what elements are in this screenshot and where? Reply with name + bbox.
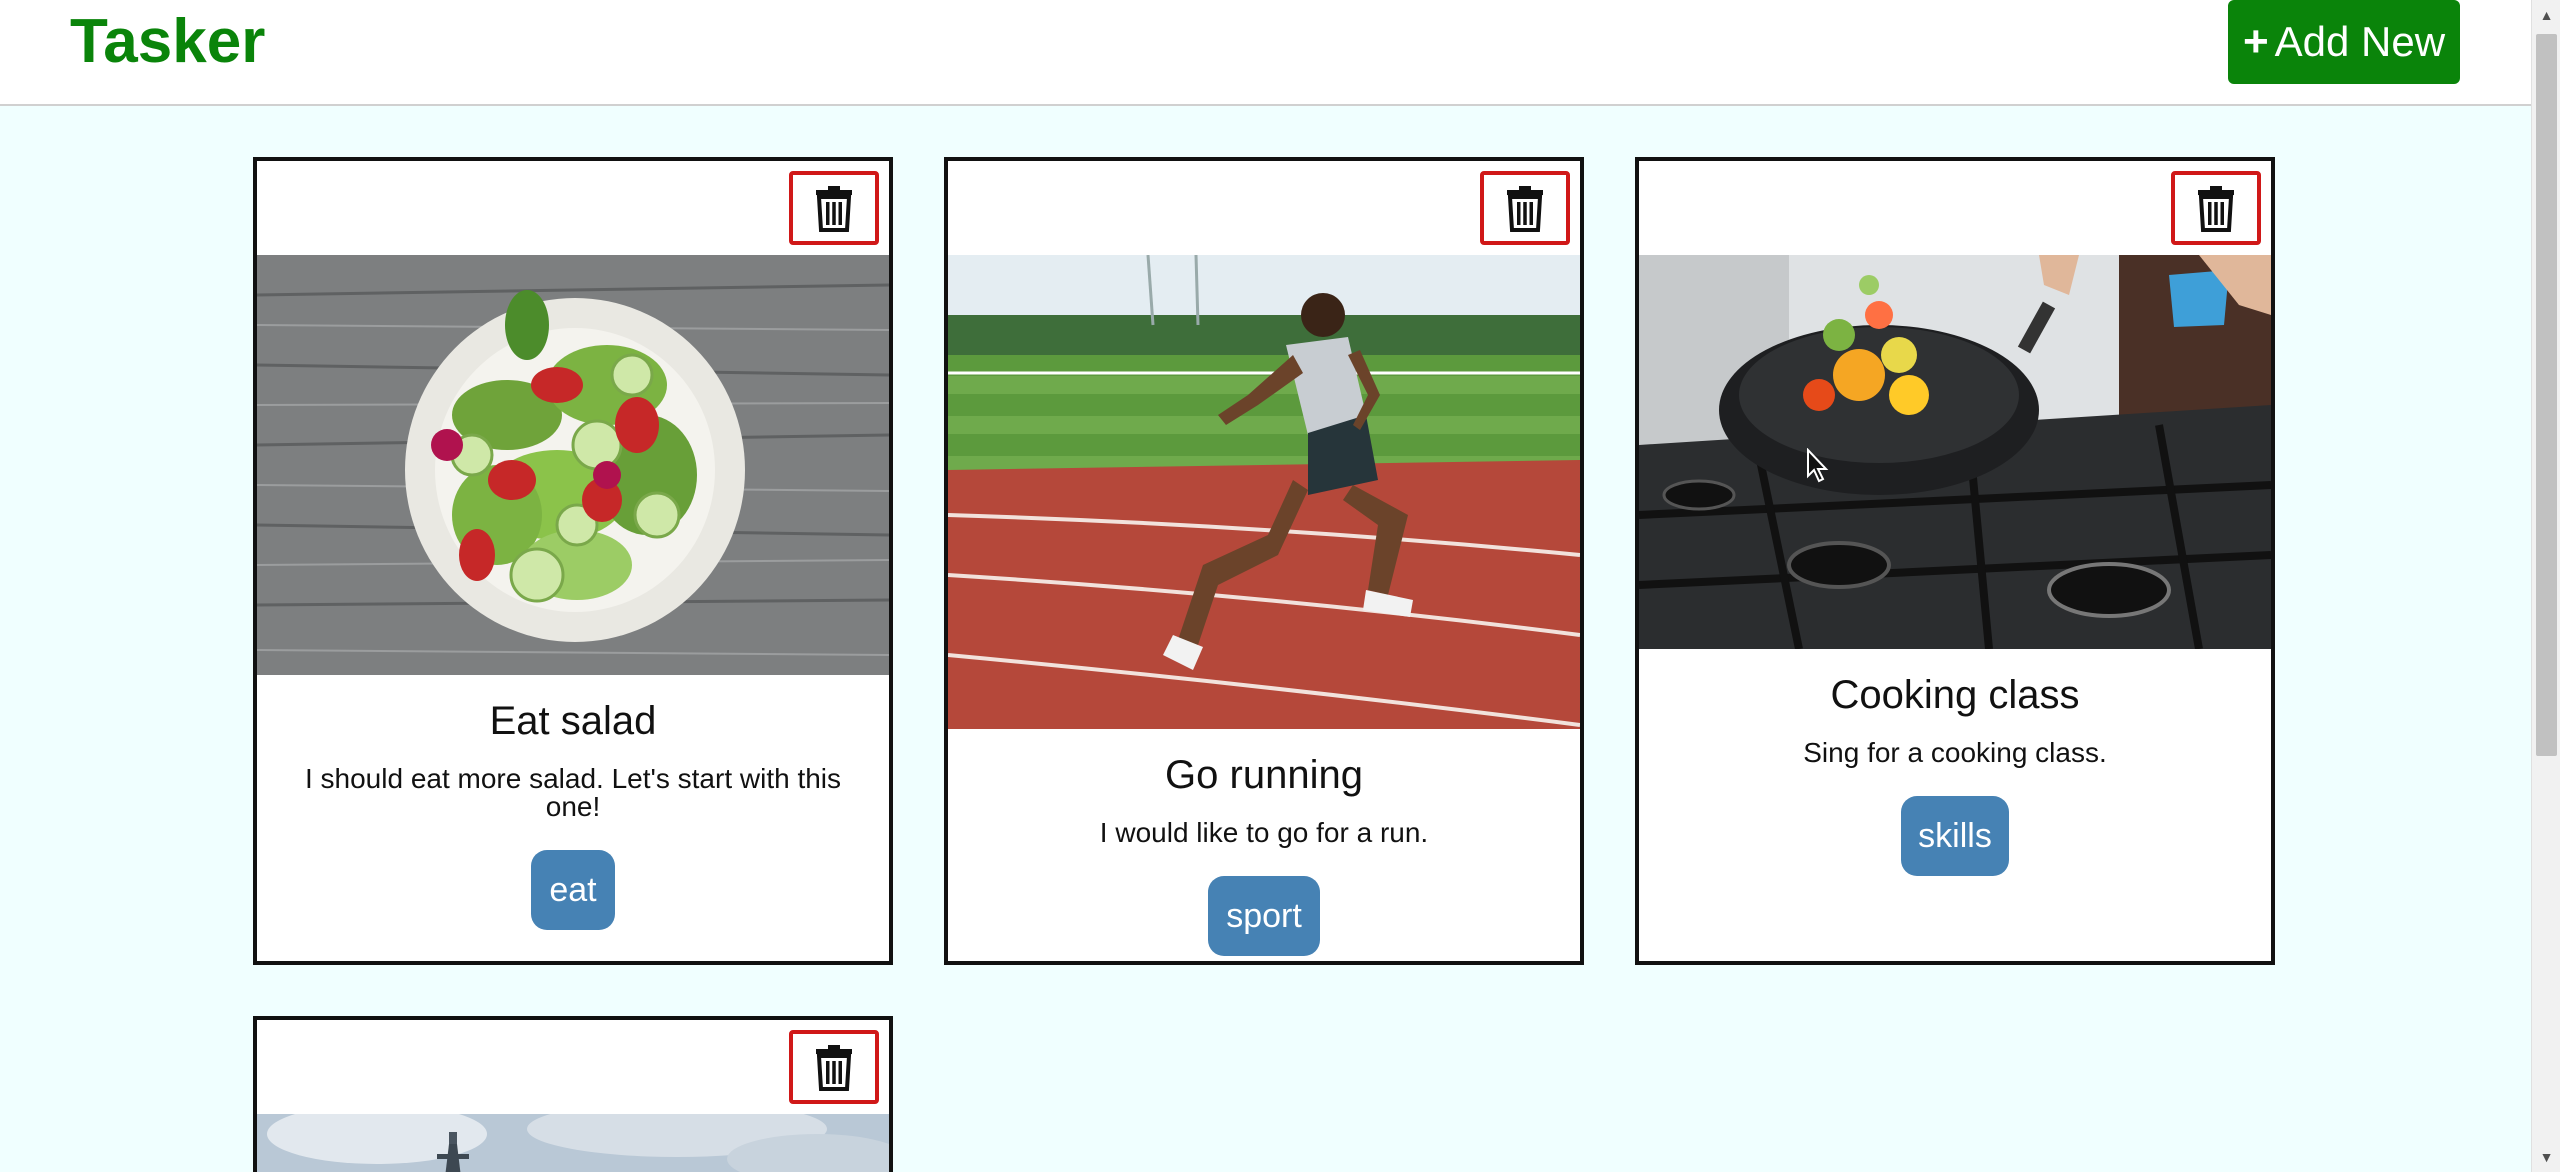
- trash-icon: [1505, 184, 1545, 232]
- task-description: I should eat more salad. Let's start wit…: [304, 763, 842, 822]
- app-logo[interactable]: Tasker: [70, 6, 265, 78]
- task-tag[interactable]: skills: [1901, 796, 2009, 876]
- task-image: [1639, 255, 2271, 649]
- task-card: Eat salad I should eat more salad. Let's…: [253, 157, 893, 965]
- trash-icon: [814, 1043, 854, 1091]
- delete-button[interactable]: [2171, 171, 2261, 245]
- vertical-scrollbar[interactable]: ▲ ▼: [2531, 0, 2560, 1172]
- mouse-cursor: [1806, 447, 1830, 489]
- task-tag[interactable]: eat: [531, 850, 615, 930]
- add-new-label: Add New: [2274, 18, 2446, 65]
- delete-button[interactable]: [1480, 171, 1570, 245]
- task-image: [257, 1114, 889, 1172]
- app-header: Tasker + Add New: [0, 0, 2531, 106]
- delete-button[interactable]: [789, 171, 879, 245]
- task-card: Cooking class Sing for a cooking class. …: [1635, 157, 2275, 965]
- plus-icon: +: [2242, 17, 2269, 66]
- task-description: I would like to go for a run.: [1099, 817, 1429, 848]
- task-tag[interactable]: sport: [1208, 876, 1320, 956]
- task-card: [253, 1016, 893, 1172]
- task-title: Eat salad: [489, 699, 657, 743]
- task-card: Go running I would like to go for a run.…: [944, 157, 1584, 965]
- delete-button[interactable]: [789, 1030, 879, 1104]
- add-new-button[interactable]: + Add New: [2228, 0, 2460, 84]
- trash-icon: [2196, 184, 2236, 232]
- task-title: Cooking class: [1830, 673, 2080, 717]
- task-image: [948, 255, 1580, 729]
- scroll-up-arrow-icon[interactable]: ▲: [2532, 0, 2560, 30]
- scrollbar-thumb[interactable]: [2536, 34, 2557, 756]
- task-image: [257, 255, 889, 675]
- task-description: Sing for a cooking class.: [1803, 737, 2107, 768]
- trash-icon: [814, 184, 854, 232]
- scroll-down-arrow-icon[interactable]: ▼: [2532, 1142, 2560, 1172]
- task-title: Go running: [1165, 753, 1363, 797]
